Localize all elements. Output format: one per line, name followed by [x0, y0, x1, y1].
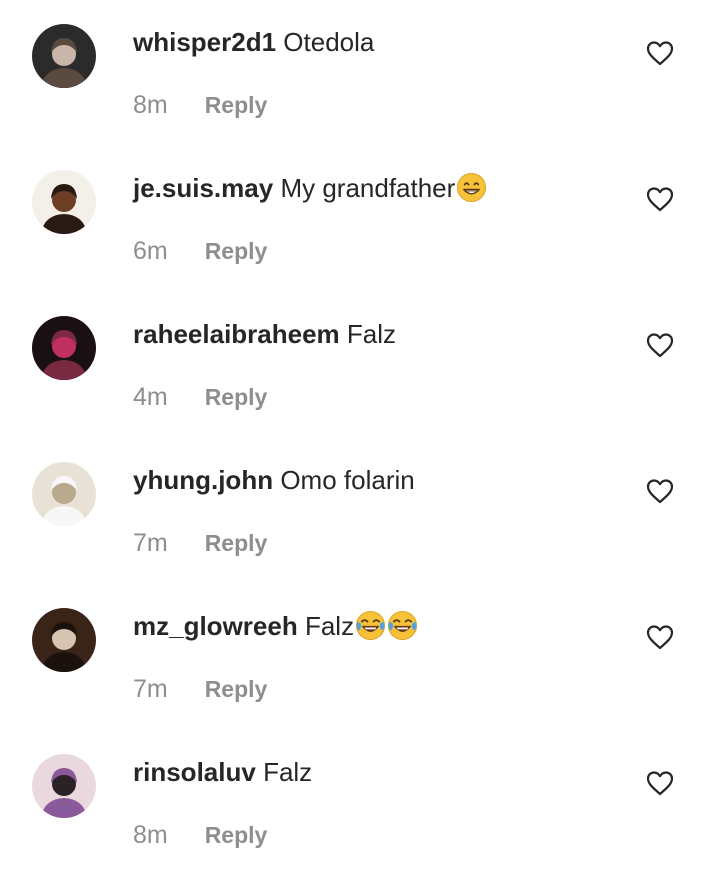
comment-item: yhung.john Omo folarin 7m Reply	[0, 438, 720, 584]
comment-username[interactable]: whisper2d1	[133, 27, 276, 57]
comment-meta: 7m Reply	[133, 674, 267, 704]
comment-meta: 6m Reply	[133, 236, 267, 266]
heart-outline-icon[interactable]	[646, 478, 674, 504]
comment-meta: 8m Reply	[133, 820, 267, 850]
comment-text: Falz	[346, 319, 397, 349]
comment-username[interactable]: raheelaibraheem	[133, 319, 340, 349]
comment-username[interactable]: je.suis.may	[133, 173, 273, 203]
reply-button[interactable]: Reply	[205, 530, 268, 556]
comment-emojis	[455, 172, 487, 203]
avatar-image	[32, 462, 96, 526]
avatar-image	[32, 170, 96, 234]
avatar[interactable]	[32, 170, 96, 234]
comment-text: Omo folarin	[280, 465, 415, 495]
comment-username[interactable]: yhung.john	[133, 465, 273, 495]
avatar-image	[32, 608, 96, 672]
avatar[interactable]	[32, 316, 96, 380]
heart-outline-icon[interactable]	[646, 186, 674, 212]
tears-of-joy-icon	[388, 610, 418, 641]
comment-timestamp: 7m	[133, 529, 168, 557]
avatar-image	[32, 754, 96, 818]
comment-line: whisper2d1 Otedola	[133, 26, 374, 58]
comment-text: Otedola	[283, 27, 375, 57]
comment-line: je.suis.may My grandfather	[133, 172, 487, 204]
reply-button[interactable]: Reply	[205, 384, 268, 410]
comment-username[interactable]: rinsolaluv	[133, 757, 256, 787]
heart-outline-icon[interactable]	[646, 770, 674, 796]
tears-of-joy-icon	[356, 610, 386, 641]
comment-item: whisper2d1 Otedola 8m Reply	[0, 0, 720, 146]
comment-timestamp: 8m	[133, 91, 168, 119]
grinning-face-icon	[457, 172, 487, 203]
comment-timestamp: 4m	[133, 383, 168, 411]
comment-line: mz_glowreeh Falz	[133, 610, 418, 642]
comment-meta: 8m Reply	[133, 90, 267, 120]
comment-item: mz_glowreeh Falz 7m Reply	[0, 584, 720, 730]
comment-item: je.suis.may My grandfather 6m Reply	[0, 146, 720, 292]
avatar-image	[32, 316, 96, 380]
reply-button[interactable]: Reply	[205, 92, 268, 118]
avatar[interactable]	[32, 608, 96, 672]
comment-text: Falz	[263, 757, 313, 787]
avatar[interactable]	[32, 462, 96, 526]
comment-meta: 7m Reply	[133, 528, 267, 558]
avatar[interactable]	[32, 24, 96, 88]
comment-item: rinsolaluv Falz 8m Reply	[0, 730, 720, 876]
comment-username[interactable]: mz_glowreeh	[133, 611, 298, 641]
comment-text: Falz	[304, 611, 355, 641]
comment-timestamp: 7m	[133, 675, 168, 703]
comment-line: yhung.john Omo folarin	[133, 464, 415, 496]
comment-item: raheelaibraheem Falz 4m Reply	[0, 292, 720, 438]
comment-meta: 4m Reply	[133, 382, 267, 412]
comment-timestamp: 8m	[133, 821, 168, 849]
reply-button[interactable]: Reply	[205, 676, 268, 702]
comment-text: My grandfather	[280, 173, 456, 203]
comment-timestamp: 6m	[133, 237, 168, 265]
reply-button[interactable]: Reply	[205, 238, 268, 264]
avatar-image	[32, 24, 96, 88]
comment-line: rinsolaluv Falz	[133, 756, 312, 788]
reply-button[interactable]: Reply	[205, 822, 268, 848]
comment-emojis	[354, 610, 418, 641]
comment-line: raheelaibraheem Falz	[133, 318, 396, 350]
heart-outline-icon[interactable]	[646, 624, 674, 650]
heart-outline-icon[interactable]	[646, 332, 674, 358]
heart-outline-icon[interactable]	[646, 40, 674, 66]
avatar[interactable]	[32, 754, 96, 818]
